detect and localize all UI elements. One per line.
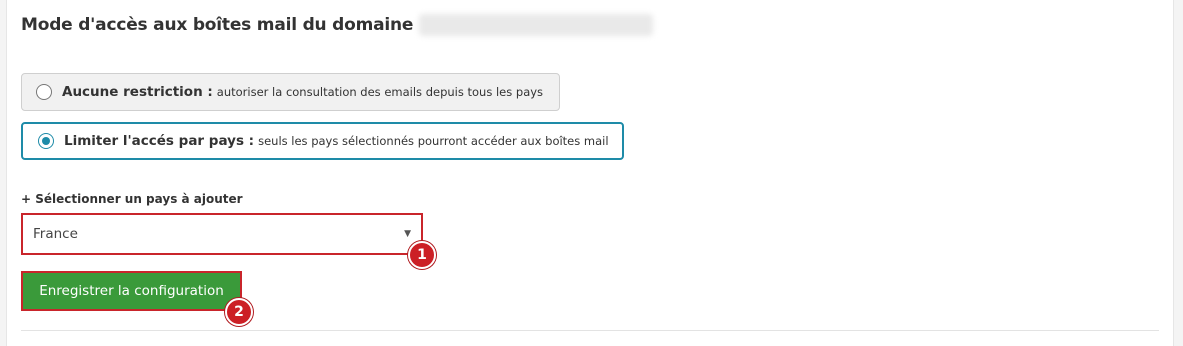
config-panel: Mode d'accès aux boîtes mail du domaine … [6, 0, 1174, 346]
option-limit-by-country-label: Limiter l'accés par pays : [64, 133, 255, 149]
radio-limit-by-country[interactable] [38, 133, 54, 149]
annotation-badge-1: 1 [408, 241, 436, 269]
blurred-domain-name [419, 14, 654, 36]
option-no-restriction[interactable]: Aucune restriction : autoriser la consul… [21, 73, 560, 111]
country-select[interactable]: France ▼ [21, 213, 423, 255]
option-no-restriction-description: autoriser la consultation des emails dep… [216, 85, 544, 99]
divider [21, 330, 1159, 331]
radio-no-restriction[interactable] [36, 84, 52, 100]
radio-selected-dot [42, 137, 50, 145]
save-configuration-button[interactable]: Enregistrer la configuration [21, 271, 242, 311]
page-title: Mode d'accès aux boîtes mail du domaine [21, 15, 414, 35]
country-select-label: + Sélectionner un pays à ajouter [21, 192, 243, 206]
annotation-badge-2: 2 [225, 298, 253, 326]
option-no-restriction-label: Aucune restriction : [62, 84, 213, 100]
option-limit-by-country[interactable]: Limiter l'accés par pays : seuls les pay… [21, 122, 624, 160]
chevron-down-icon: ▼ [404, 229, 411, 239]
option-limit-by-country-description: seuls les pays sélectionnés pourront acc… [258, 134, 609, 148]
country-select-value: France [33, 226, 78, 242]
title-row: Mode d'accès aux boîtes mail du domaine [21, 12, 654, 38]
